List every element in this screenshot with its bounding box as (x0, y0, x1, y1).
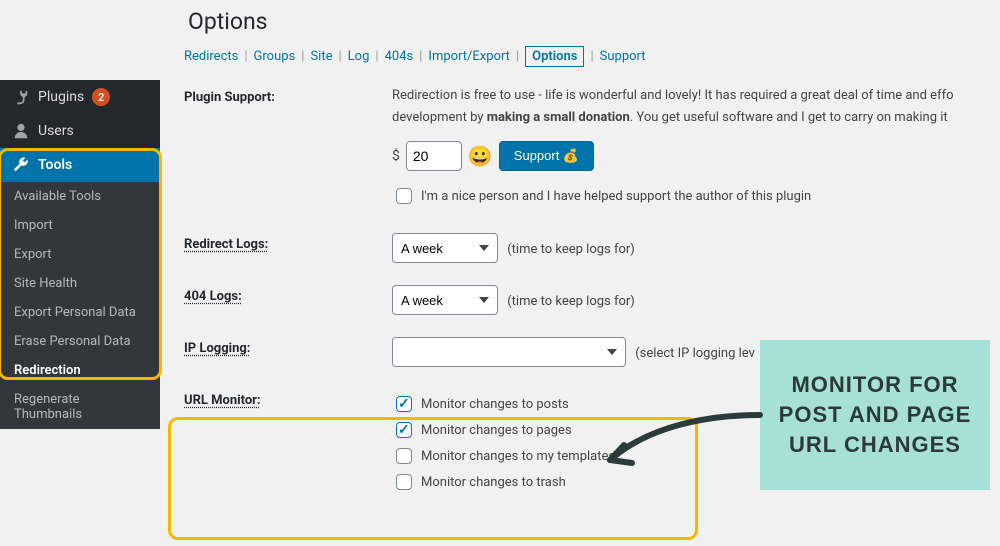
label-redirect-logs: Redirect Logs: (184, 233, 392, 252)
monitor-pages-checkbox[interactable] (396, 422, 412, 438)
tab-import-export[interactable]: Import/Export (428, 49, 510, 64)
sidebar-sub-redirection[interactable]: Redirection (0, 356, 160, 385)
support-button[interactable]: Support 💰 (499, 141, 594, 171)
sidebar-sub-export-personal[interactable]: Export Personal Data (0, 298, 160, 327)
redirect-logs-select[interactable]: A week (392, 233, 498, 263)
support-desc-line2: development by making a small donation. … (392, 108, 1000, 128)
monitor-pages-label: Monitor changes to pages (421, 423, 572, 438)
page-title: Options (188, 8, 1000, 35)
sidebar-sub-erase-personal[interactable]: Erase Personal Data (0, 327, 160, 356)
monitor-posts-label: Monitor changes to posts (421, 397, 569, 412)
sidebar-sub-regenerate[interactable]: Regenerate Thumbnails (0, 385, 160, 429)
sidebar-sub-export[interactable]: Export (0, 240, 160, 269)
label-ip-logging: IP Logging: (184, 337, 392, 356)
404-logs-hint: (time to keep logs for) (507, 294, 635, 309)
ip-logging-hint: (select IP logging lev (635, 346, 755, 361)
label-url-monitor: URL Monitor: (184, 389, 392, 408)
row-redirect-logs: Redirect Logs: A week (time to keep logs… (184, 233, 1000, 263)
annotation-callout: MONITOR FOR POST AND PAGE URL CHANGES (760, 340, 990, 490)
wrench-icon (12, 156, 30, 174)
row-plugin-support: Plugin Support: Redirection is free to u… (184, 86, 1000, 211)
label-plugin-support: Plugin Support: (184, 86, 392, 105)
sidebar-sub-available-tools[interactable]: Available Tools (0, 182, 160, 211)
monitor-templates-label: Monitor changes to my templates (421, 449, 615, 464)
plug-icon (12, 88, 30, 106)
support-desc-line1: Redirection is free to use - life is won… (392, 86, 1000, 106)
donation-amount-input[interactable] (406, 141, 462, 171)
user-icon (12, 122, 30, 140)
monitor-trash-label: Monitor changes to trash (421, 475, 566, 490)
sidebar-sub-site-health[interactable]: Site Health (0, 269, 160, 298)
tab-groups[interactable]: Groups (254, 49, 296, 64)
404-logs-select[interactable]: A week (392, 285, 498, 315)
nice-person-checkbox[interactable] (396, 188, 412, 204)
monitor-trash-checkbox[interactable] (396, 474, 412, 490)
monitor-templates-checkbox[interactable] (396, 448, 412, 464)
nice-person-label: I'm a nice person and I have helped supp… (421, 189, 811, 204)
tab-log[interactable]: Log (348, 49, 370, 64)
sidebar-label: Users (38, 123, 74, 139)
admin-sidebar: Plugins 2 Users Tools Available Tools Im… (0, 80, 160, 429)
sidebar-sub-import[interactable]: Import (0, 211, 160, 240)
tab-options[interactable]: Options (525, 46, 584, 67)
redirect-logs-hint: (time to keep logs for) (507, 242, 635, 257)
sidebar-label: Plugins (38, 89, 84, 105)
tab-site[interactable]: Site (310, 49, 332, 64)
sidebar-item-users[interactable]: Users (0, 114, 160, 148)
sidebar-item-tools[interactable]: Tools (0, 148, 160, 182)
tab-404s[interactable]: 404s (385, 49, 414, 64)
tab-support[interactable]: Support (600, 49, 646, 64)
monitor-posts-checkbox[interactable] (396, 396, 412, 412)
ip-logging-select[interactable] (392, 337, 626, 367)
tab-redirects[interactable]: Redirects (184, 49, 238, 64)
sidebar-item-plugins[interactable]: Plugins 2 (0, 80, 160, 114)
tab-bar: Redirects|Groups|Site|Log|404s|Import/Ex… (184, 49, 1000, 64)
row-404-logs: 404 Logs: A week (time to keep logs for) (184, 285, 1000, 315)
sidebar-label: Tools (38, 157, 72, 173)
label-404-logs: 404 Logs: (184, 285, 392, 304)
plugins-badge: 2 (92, 88, 110, 106)
smile-icon: 😀 (468, 144, 493, 168)
currency-symbol: $ (392, 148, 400, 164)
